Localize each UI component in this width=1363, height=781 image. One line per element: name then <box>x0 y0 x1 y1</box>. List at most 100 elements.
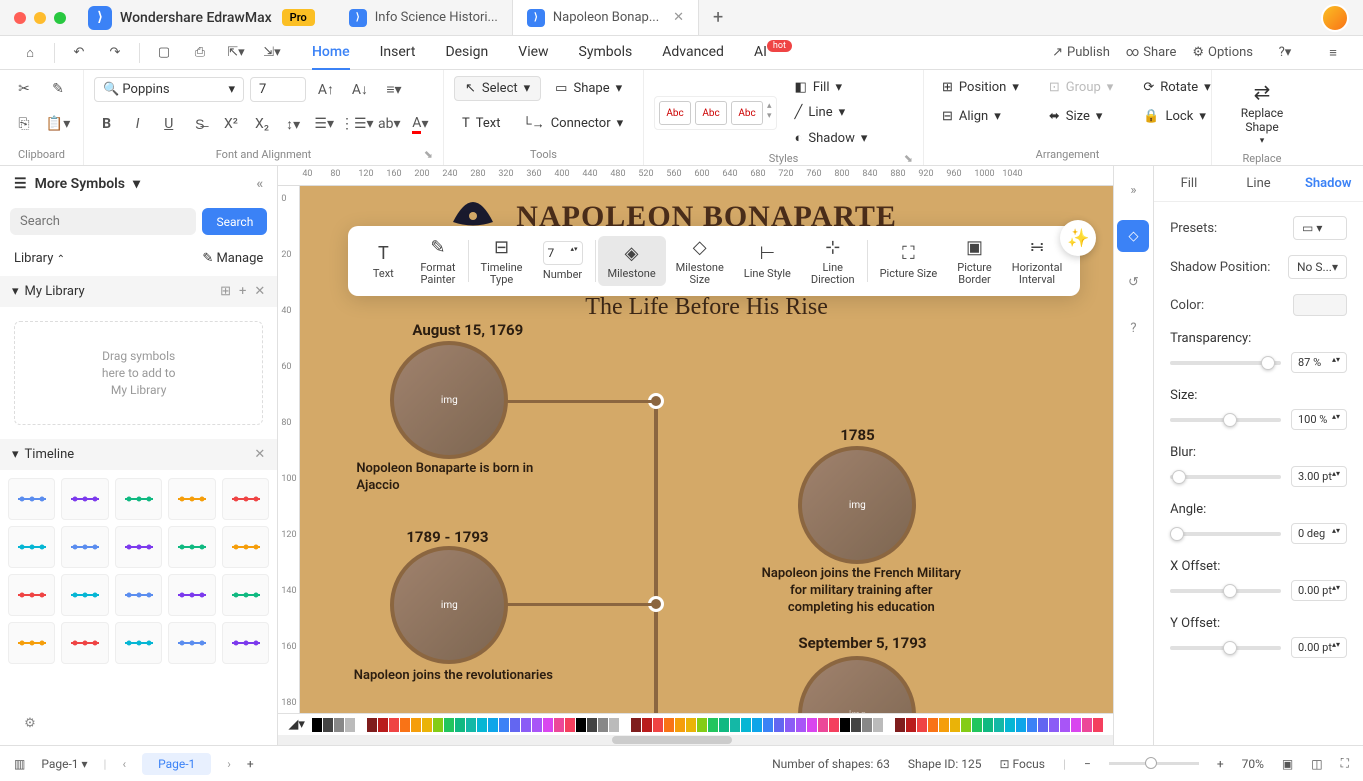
share-button[interactable]: ∞Share <box>1126 45 1177 60</box>
tab-add[interactable]: + <box>699 0 737 35</box>
color-swatch[interactable] <box>719 718 729 732</box>
expand-icon[interactable]: ⬊ <box>904 152 913 165</box>
color-swatch[interactable] <box>829 718 839 732</box>
timeline-symbol[interactable] <box>61 574 108 616</box>
color-swatch[interactable] <box>917 718 927 732</box>
blur-slider[interactable] <box>1170 475 1281 479</box>
timeline-symbol[interactable] <box>8 526 55 568</box>
spacing-icon[interactable]: ↕▾ <box>281 111 306 137</box>
more-symbols-label[interactable]: More Symbols <box>35 176 125 192</box>
ai-badge[interactable]: ✨ <box>1060 220 1096 256</box>
color-swatch[interactable] <box>422 718 432 732</box>
color-swatch[interactable] <box>334 718 344 732</box>
shape-button[interactable]: ▭Shape▾ <box>547 77 630 100</box>
color-swatch[interactable] <box>939 718 949 732</box>
color-swatch[interactable] <box>1060 718 1070 732</box>
size-select[interactable]: 7 <box>250 77 306 102</box>
color-swatch[interactable] <box>686 718 696 732</box>
position-button[interactable]: ⊞Position▾ <box>934 76 1027 99</box>
color-swatch[interactable] <box>906 718 916 732</box>
timeline-symbol[interactable] <box>61 478 108 520</box>
yoffset-slider[interactable] <box>1170 646 1281 650</box>
print-icon[interactable]: ⎙ <box>184 39 216 67</box>
copy-icon[interactable]: ⎘ <box>10 111 38 137</box>
line-button[interactable]: ╱Line▾ <box>787 101 876 124</box>
color-swatch[interactable] <box>400 718 410 732</box>
ft-picture-border[interactable]: ▣Picture Border <box>947 236 1002 286</box>
panel-tab-line[interactable]: Line <box>1224 166 1294 201</box>
menu-advanced[interactable]: Advanced <box>662 36 724 70</box>
grid-icon[interactable]: ⊞ <box>220 284 231 299</box>
bullet-icon[interactable]: ⋮☰▾ <box>343 111 371 137</box>
color-swatch[interactable] <box>928 718 938 732</box>
ft-line-style[interactable]: ⊢Line Style <box>734 236 801 286</box>
blur-value[interactable]: 3.00 pt▴▾ <box>1291 466 1347 487</box>
color-swatch[interactable] <box>367 718 377 732</box>
color-swatch[interactable] <box>576 718 586 732</box>
scroll-down-icon[interactable]: ▾ <box>767 111 772 121</box>
brush-icon[interactable]: ✎ <box>44 76 72 102</box>
color-swatch[interactable] <box>510 718 520 732</box>
horizontal-scrollbar[interactable] <box>278 735 1113 745</box>
home-icon[interactable]: ⌂ <box>14 39 46 67</box>
milestone-image[interactable]: img <box>798 446 916 564</box>
replace-shape-button[interactable]: ⇄ Replace Shape ▾ <box>1222 76 1302 150</box>
color-swatch[interactable] <box>642 718 652 732</box>
color-swatch[interactable] <box>961 718 971 732</box>
xoffset-slider[interactable] <box>1170 589 1281 593</box>
color-swatch[interactable] <box>444 718 454 732</box>
color-swatch[interactable] <box>796 718 806 732</box>
group-button[interactable]: ⊡Group▾ <box>1041 76 1121 99</box>
timeline-symbol[interactable] <box>115 622 162 664</box>
fit-width-icon[interactable]: ◫ <box>1311 757 1322 771</box>
collapse-icon[interactable]: « <box>256 176 263 192</box>
color-swatch[interactable] <box>807 718 817 732</box>
text-button[interactable]: TText <box>454 112 509 135</box>
page-tab[interactable]: Page-1 <box>142 753 211 775</box>
pages-icon[interactable]: ▥ <box>14 757 25 771</box>
color-swatch[interactable] <box>378 718 388 732</box>
search-button[interactable]: Search <box>202 208 267 235</box>
window-close[interactable] <box>14 12 26 24</box>
publish-button[interactable]: ↗Publish <box>1052 45 1110 60</box>
style-preview[interactable]: Abc <box>695 101 727 125</box>
color-swatch[interactable] <box>488 718 498 732</box>
decrease-font-icon[interactable]: A↓ <box>346 76 374 102</box>
export-icon[interactable]: ⇱▾ <box>220 39 252 67</box>
timeline-line[interactable] <box>654 396 658 713</box>
color-swatch[interactable] <box>543 718 553 732</box>
ft-timeline-type[interactable]: ⊟Timeline Type <box>471 236 533 286</box>
color-swatch[interactable] <box>895 718 905 732</box>
color-swatch[interactable] <box>1082 718 1092 732</box>
color-swatch[interactable] <box>972 718 982 732</box>
scroll-up-icon[interactable]: ▴ <box>767 101 772 111</box>
timeline-symbol[interactable] <box>222 478 269 520</box>
plus-icon[interactable]: + <box>239 284 246 299</box>
color-swatch[interactable] <box>455 718 465 732</box>
mylib-section[interactable]: ▾ My Library ⊞ + ✕ <box>0 276 277 307</box>
add-page-icon[interactable]: + <box>247 757 254 771</box>
ft-milestone-size[interactable]: ◇Milestone Size <box>666 236 734 286</box>
zoom-value[interactable]: 70% <box>1242 757 1264 771</box>
subscript-icon[interactable]: X₂ <box>249 111 274 137</box>
paste-icon[interactable]: 📋▾ <box>44 111 72 137</box>
color-swatch[interactable] <box>1293 294 1347 316</box>
italic-icon[interactable]: I <box>125 111 150 137</box>
panel-tab-shadow[interactable]: Shadow <box>1293 166 1363 201</box>
timeline-symbol[interactable] <box>8 574 55 616</box>
timeline-symbol[interactable] <box>61 622 108 664</box>
color-swatch[interactable] <box>983 718 993 732</box>
lock-button[interactable]: 🔒Lock▾ <box>1135 105 1218 128</box>
window-maximize[interactable] <box>54 12 66 24</box>
rotate-button[interactable]: ⟳Rotate▾ <box>1135 76 1218 99</box>
timeline-section[interactable]: ▾ Timeline ✕ <box>0 439 277 470</box>
color-swatch[interactable] <box>1049 718 1059 732</box>
connector-button[interactable]: └→Connector▾ <box>515 112 632 136</box>
share-menu-icon[interactable]: ⇲▾ <box>256 39 288 67</box>
menu-insert[interactable]: Insert <box>380 36 416 70</box>
color-swatch[interactable] <box>1093 718 1103 732</box>
timeline-symbol[interactable] <box>168 622 215 664</box>
menu-ai[interactable]: AIhot <box>754 36 792 70</box>
search-input[interactable] <box>10 208 196 235</box>
size-slider[interactable] <box>1170 418 1281 422</box>
